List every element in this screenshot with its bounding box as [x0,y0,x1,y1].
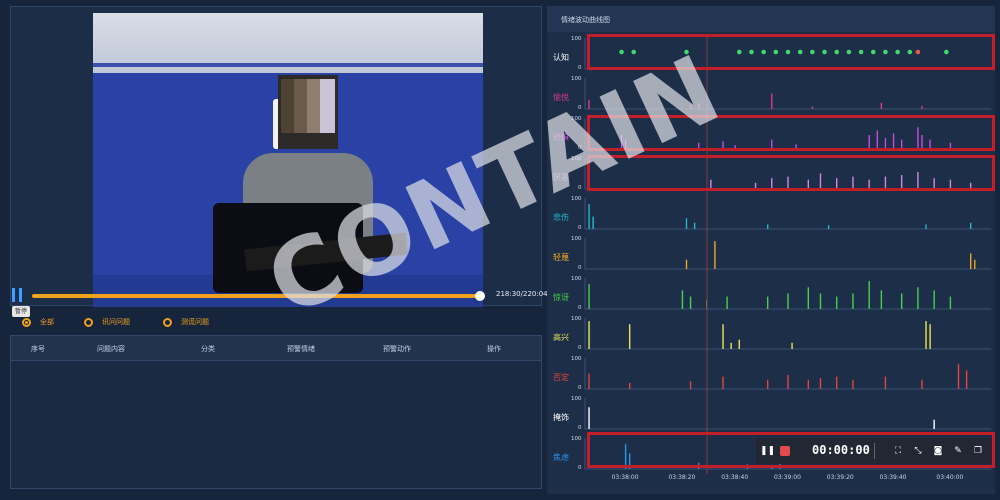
filter-label: 测谎问题 [181,318,209,326]
x-tick-label: 03:39:40 [879,474,907,481]
filter-label: 全部 [40,318,54,326]
table-header: 序号 问题内容 分类 预警情绪 预警动作 操作 [11,336,541,361]
window-icon[interactable]: ❐ [972,445,984,457]
x-tick-label: 03:40:00 [936,474,964,481]
toolbar-divider [874,443,875,459]
fullscreen-icon[interactable]: ⛶ [892,445,904,457]
x-tick-label: 03:38:00 [611,474,639,481]
radio-icon[interactable] [84,317,93,327]
filter-all[interactable]: 全部 [22,316,54,328]
pause-record-button[interactable]: ❚❚ [760,445,775,457]
column-header: 预警动作 [383,345,411,353]
column-header: 操作 [487,345,501,353]
filter-polygraph[interactable]: 测谎问题 [163,316,209,328]
camera-icon[interactable]: ◙ [932,445,944,457]
radio-icon[interactable] [163,317,172,327]
column-header: 分类 [201,345,215,353]
filter-label: 讯问问题 [102,318,130,326]
face-mosaic [281,79,335,133]
x-tick-label: 03:39:00 [774,474,801,481]
column-header: 预警情绪 [287,345,315,353]
x-tick-label: 03:39:20 [826,474,854,481]
stop-record-button[interactable] [780,446,790,456]
column-header: 序号 [31,345,45,353]
recorder-toolbar: ❚❚ 00:00:00 ⛶ ⤡ ◙ ✎ ❐ [756,438,992,464]
radio-icon[interactable] [22,317,31,327]
x-tick-label: 03:38:20 [668,474,696,481]
shrink-icon[interactable]: ⤡ [912,445,924,457]
filter-interrogation[interactable]: 讯问问题 [84,316,130,328]
pause-icon[interactable] [12,288,24,302]
progress-fill [32,294,481,298]
room-stripe [93,63,483,67]
x-tick-label: 03:38:40 [721,474,749,481]
column-header: 问题内容 [97,345,125,353]
playback-time: 218:30/220:04 [496,290,548,298]
progress-bar[interactable] [32,291,486,301]
question-table: 序号 问题内容 分类 预警情绪 预警动作 操作 [10,335,542,489]
pen-icon[interactable]: ✎ [952,445,964,457]
record-timer: 00:00:00 [812,443,870,457]
